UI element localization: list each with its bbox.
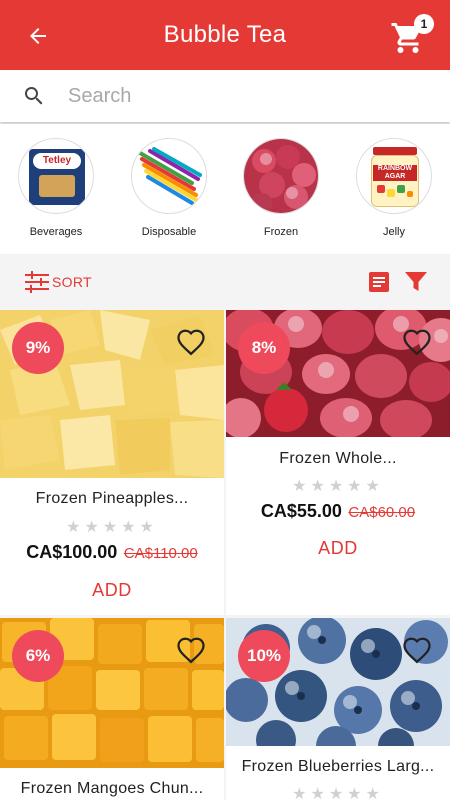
product-card[interactable]: 10% Frozen Blueberries Larg... ★★★★★	[226, 618, 450, 800]
heart-icon[interactable]	[176, 328, 206, 356]
category-image-beverages: Tetley	[18, 138, 94, 214]
list-view-button[interactable]	[368, 271, 390, 293]
discount-badge: 10%	[238, 630, 290, 682]
filter-button[interactable]	[404, 271, 428, 293]
category-label: Jelly	[382, 226, 405, 238]
product-name: Frozen Mangoes Chun...	[20, 780, 204, 797]
price-row: CA$55.00 CA$60.00	[226, 501, 450, 522]
category-label: Disposable	[141, 226, 197, 238]
filter-icon	[405, 272, 427, 291]
tetley-brand-text: Tetley	[42, 155, 72, 166]
product-card[interactable]: 9% Frozen Pineapples... ★★★★★ CA$100.00 …	[0, 310, 224, 615]
product-card[interactable]: 8% Frozen Whole... ★★★★★ CA$55.00 CA$60.…	[226, 310, 450, 615]
rainbow-brand-text: RAINBOW AGAR	[373, 165, 417, 181]
category-frozen[interactable]: Frozen	[236, 138, 326, 238]
price-row: CA$100.00 CA$110.00	[0, 542, 224, 563]
product-card[interactable]: 6% Frozen Mangoes Chun...	[0, 618, 224, 800]
heart-icon[interactable]	[402, 328, 432, 356]
current-price: CA$55.00	[260, 501, 342, 521]
back-button[interactable]	[22, 20, 54, 52]
rating-stars: ★★★★★	[66, 519, 158, 536]
discount-badge: 9%	[12, 322, 64, 374]
heart-icon[interactable]	[176, 636, 206, 664]
sort-label: SORT	[52, 274, 92, 290]
rating-stars: ★★★★★	[292, 478, 384, 495]
search-bar	[0, 70, 450, 122]
category-image-frozen	[243, 138, 319, 214]
page-title: Bubble Tea	[163, 21, 287, 48]
rating-stars: ★★★★★	[292, 786, 384, 800]
heart-icon[interactable]	[402, 636, 432, 664]
category-label: Frozen	[263, 226, 299, 238]
original-price: CA$60.00	[348, 504, 416, 521]
category-carousel: Tetley Beverages Disposable Frozen RAINB…	[0, 124, 450, 254]
app-header: Bubble Tea 1	[0, 0, 450, 70]
add-button[interactable]: ADD	[0, 580, 224, 601]
add-button[interactable]: ADD	[226, 538, 450, 559]
discount-badge: 8%	[238, 322, 290, 374]
list-view-icon	[369, 272, 389, 292]
current-price: CA$100.00	[26, 542, 118, 562]
category-image-disposable	[131, 138, 207, 214]
category-image-jelly: RAINBOW AGAR	[356, 138, 432, 214]
cart-button[interactable]: 1	[391, 14, 436, 54]
discount-badge: 6%	[12, 630, 64, 682]
category-disposable[interactable]: Disposable	[124, 138, 214, 238]
arrow-left-icon	[30, 28, 46, 44]
product-name: Frozen Whole...	[279, 450, 397, 467]
original-price: CA$110.00	[123, 545, 198, 562]
search-icon	[25, 87, 43, 105]
cart-count-badge: 1	[414, 14, 434, 34]
app-root: Bubble Tea 1 Tetley Beverages	[0, 0, 450, 800]
sort-filter-bar: SORT	[0, 254, 450, 310]
sort-button[interactable]: SORT	[24, 270, 92, 294]
category-label: Beverages	[29, 226, 83, 238]
category-beverages[interactable]: Tetley Beverages	[11, 138, 101, 238]
product-name: Frozen Blueberries Larg...	[241, 758, 435, 775]
search-input[interactable]	[68, 84, 408, 108]
sliders-icon	[25, 271, 49, 293]
product-name: Frozen Pineapples...	[35, 490, 189, 507]
category-jelly[interactable]: RAINBOW AGAR Jelly	[349, 138, 439, 238]
